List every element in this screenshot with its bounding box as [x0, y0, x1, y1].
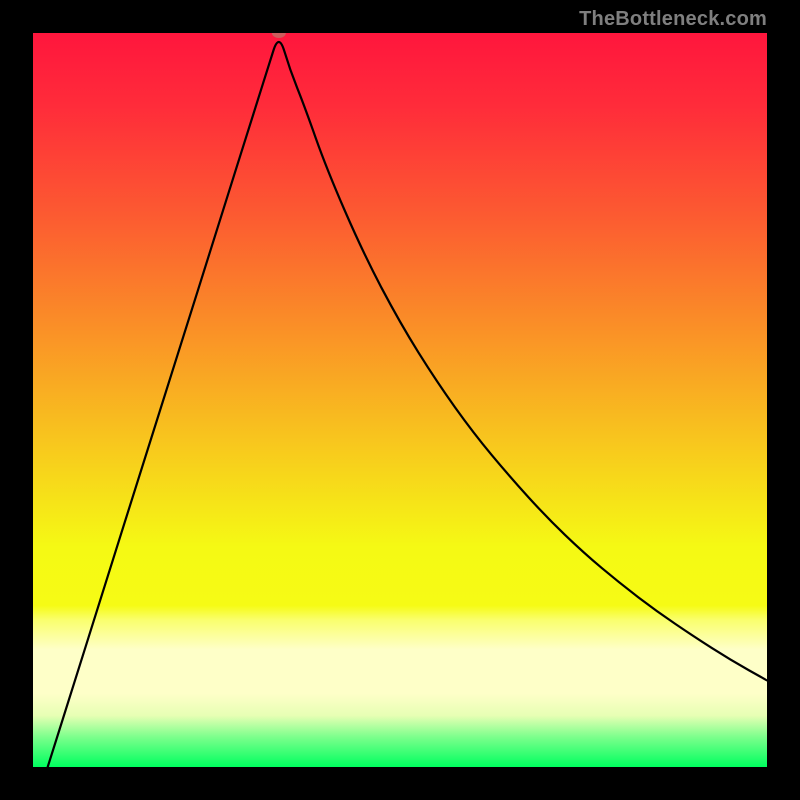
chart-frame: TheBottleneck.com	[0, 0, 800, 800]
chart-svg	[33, 33, 767, 767]
plot-area	[33, 33, 767, 767]
gradient-background	[33, 33, 767, 767]
watermark-text: TheBottleneck.com	[579, 8, 767, 31]
